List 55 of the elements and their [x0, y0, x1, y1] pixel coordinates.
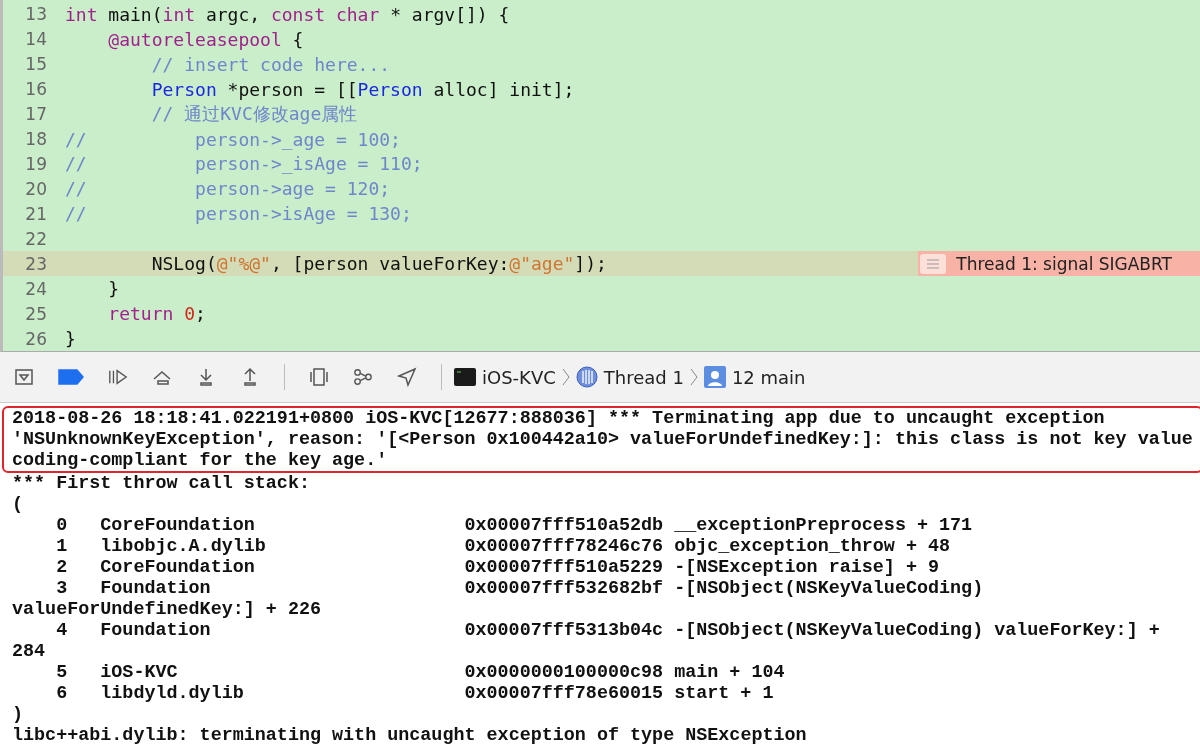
menu-icon: [920, 253, 947, 274]
chevron-right-icon: [561, 367, 570, 387]
jump-bar-item[interactable]: Thread 1: [603, 366, 684, 388]
line-number: 19: [24, 154, 47, 174]
exception-message: 2018-08-26 18:18:41.022191+0800 iOS-KVC[12677:888036] *** Terminating app due to uncaught exception 'NSUnknownKeyException', reason: '[<Person 0x100442a10> valueForUndefinedKey:]: this class is not key value coding-compliant for the key age.': [2, 406, 1200, 473]
code-line: return 0;: [107, 303, 207, 325]
thread-icon: [575, 366, 598, 388]
error-annotation[interactable]: Thread 1: signal SIGABRT: [918, 251, 1200, 277]
memory-graph-icon[interactable]: [353, 367, 373, 387]
line-number: 15: [24, 54, 47, 75]
chevron-right-icon: [689, 367, 698, 387]
line-number: 13: [24, 4, 47, 25]
breakpoint-icon[interactable]: [58, 369, 84, 385]
code-line: // insert code here...: [150, 53, 392, 75]
code-line: Person *person = [[Person alloc] init];: [150, 78, 576, 100]
line-number: 18: [24, 129, 47, 150]
code-line: // person->_age = 100;: [65, 128, 402, 150]
hide-console-icon[interactable]: [14, 367, 34, 387]
location-arrow-icon[interactable]: [397, 367, 417, 387]
view-hierarchy-icon[interactable]: [309, 367, 329, 387]
jump-bar-item[interactable]: iOS-KVC: [482, 366, 556, 388]
line-number: 21: [24, 203, 47, 224]
code-line: }: [107, 278, 121, 300]
code-line: // 通过KVC修改age属性: [150, 102, 359, 127]
code-line: @autoreleasepool {: [107, 28, 305, 50]
line-number: 22: [24, 228, 47, 249]
jump-bar-item[interactable]: 12 main: [731, 366, 806, 388]
line-number: 14: [24, 29, 47, 50]
console-line: libc++abi.dylib: terminating with uncaught exception of type NSException: [12, 725, 808, 746]
stack-frame-line: 6 libdyld.dylib 0x00007fff78e60015 start + 1: [55, 683, 775, 704]
stack-frame-line: 0 CoreFoundation 0x00007fff510a52db __exceptionPreprocess + 171: [55, 515, 974, 536]
code-line: }: [65, 328, 77, 349]
error-message: Thread 1: signal SIGABRT: [956, 253, 1172, 274]
line-number: 17: [24, 104, 47, 125]
line-number: 25: [24, 303, 47, 324]
line-number: 24: [24, 278, 47, 299]
code-line: int main(int argc, const char * argv[]) {: [65, 3, 511, 25]
code-line: NSLog(@"%@", [person valueForKey:@"age"]);: [150, 253, 608, 275]
console-line: *** First throw call stack:: [12, 473, 311, 494]
line-number: 20: [24, 178, 47, 199]
continue-icon[interactable]: [108, 367, 128, 387]
line-number: 16: [24, 79, 47, 100]
person-frame-icon: [703, 366, 726, 388]
code-line: // person->age = 120;: [65, 178, 392, 200]
stack-frame-line: 2 CoreFoundation 0x00007fff510a5229 -[NSException raise] + 9: [55, 557, 941, 578]
console-line: (: [12, 494, 25, 515]
line-number: 23: [24, 253, 47, 274]
stack-frame-line: 3 Foundation 0x00007fff532682bf -[NSObject(NSKeyValueCoding) valueForUndefinedKey:] + 226: [12, 578, 985, 620]
code-line: // person->_isAge = 110;: [65, 153, 424, 175]
stack-frame-line: 1 libobjc.A.dylib 0x00007fff78246c76 objc_exception_throw + 48: [55, 536, 952, 557]
code-line: // person->isAge = 130;: [65, 203, 413, 225]
terminal-icon: [454, 368, 476, 386]
console-line: ): [12, 704, 25, 725]
line-number: 26: [24, 328, 47, 349]
stack-frame-line: 5 iOS-KVC 0x0000000100000c98 main + 104: [55, 662, 786, 683]
